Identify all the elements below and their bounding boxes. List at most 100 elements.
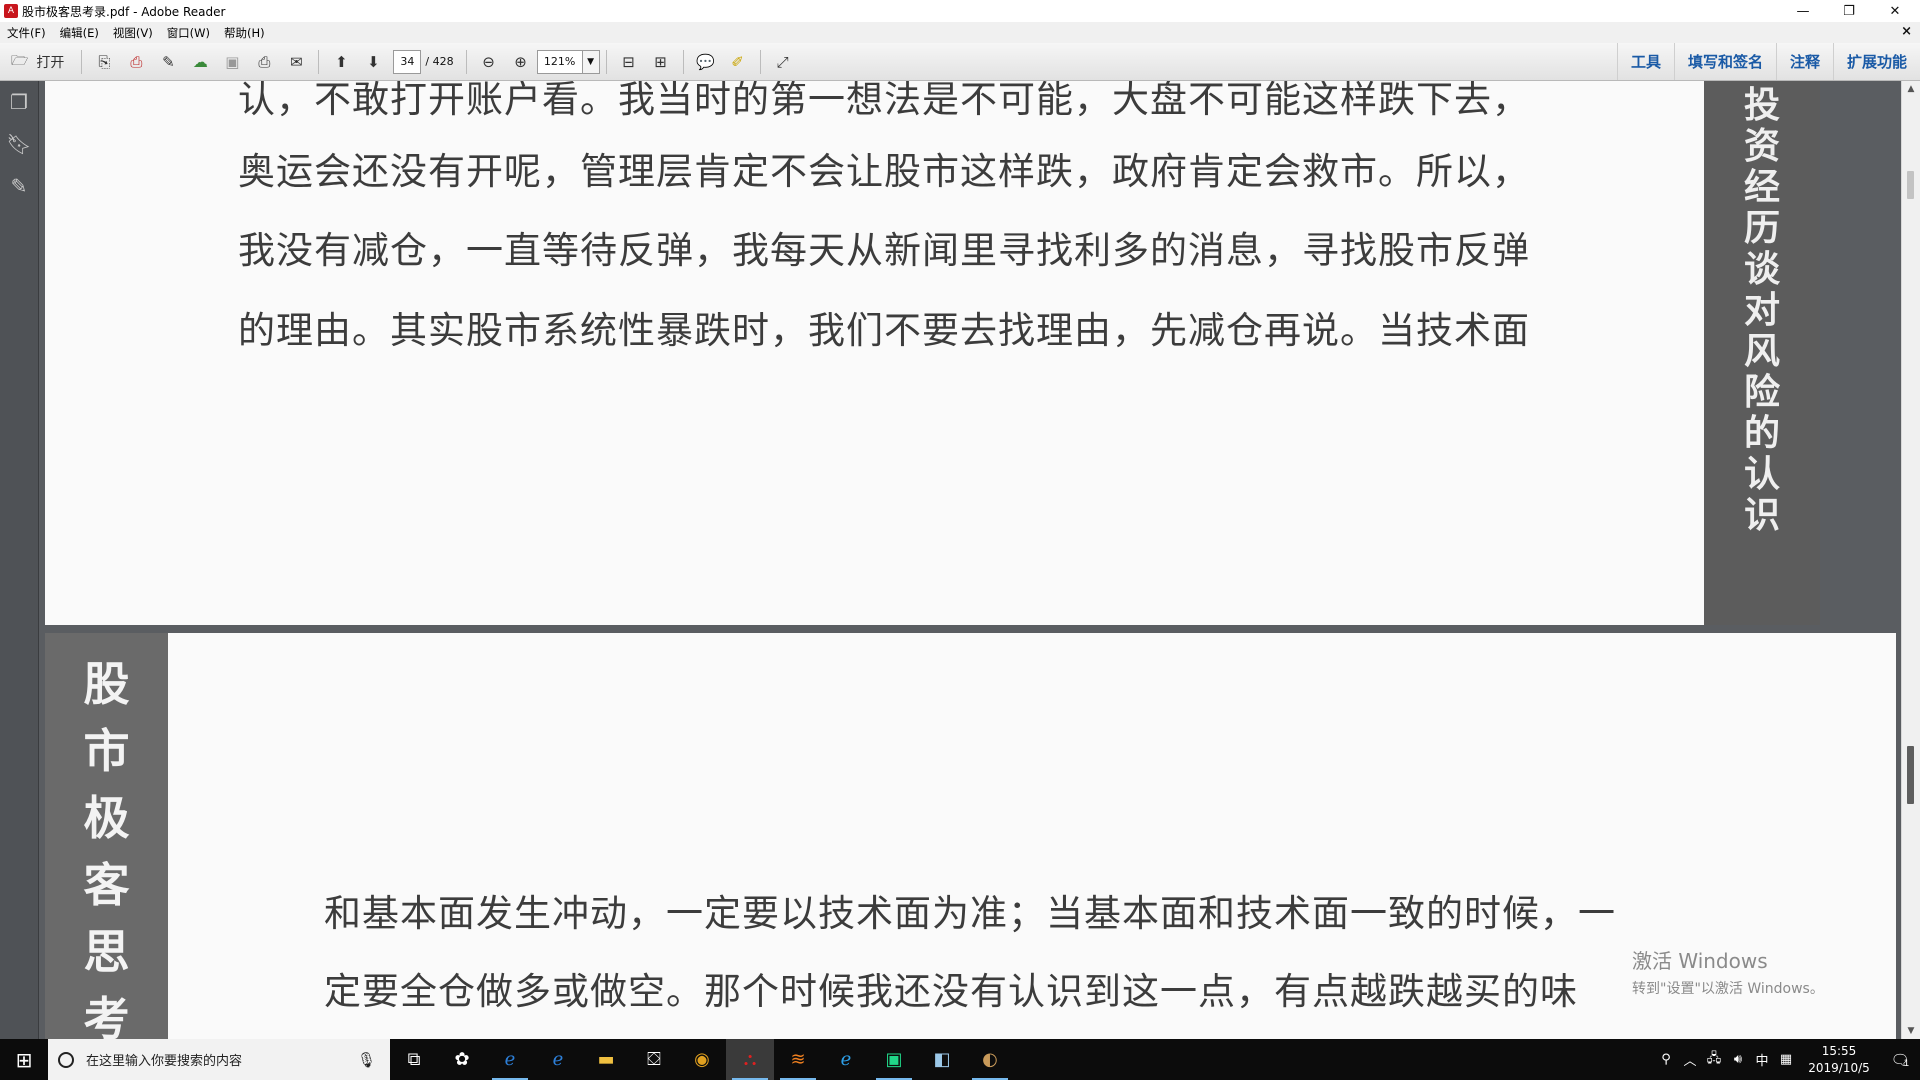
book-title-char: 思: [83, 925, 130, 979]
expand-icon: ⤢: [776, 52, 789, 71]
minimize-button[interactable]: —: [1780, 0, 1826, 22]
task-view-icon: ⧉: [407, 1049, 421, 1070]
fit-width-button[interactable]: ⊞: [648, 49, 674, 75]
export-pdf-button[interactable]: ⎙: [123, 49, 149, 75]
taskbar-app-notes[interactable]: ◧: [918, 1039, 966, 1080]
right-pane-tabs: 工具 填写和签名 注释 扩展功能: [1616, 43, 1920, 80]
network-icon[interactable]: 🖧︎: [1702, 1049, 1726, 1071]
taskbar-file-explorer[interactable]: ▬: [582, 1039, 630, 1080]
chapter-title-char: 投: [1743, 84, 1780, 126]
menu-edit[interactable]: 编辑(E): [53, 25, 106, 41]
clock-date: 2019/10/5: [1808, 1060, 1870, 1075]
chapter-title-char: 风: [1743, 330, 1780, 372]
chevron-up-icon[interactable]: ︿: [1678, 1050, 1702, 1069]
adobe-reader-icon: ⛬: [743, 1049, 757, 1070]
printer-icon: ⎙: [258, 52, 271, 71]
scroll-down-arrow-icon[interactable]: ▼: [1902, 1023, 1920, 1039]
menu-file[interactable]: 文件(F): [0, 25, 53, 41]
system-tray: ⚲ ︿ 🖧︎ 🔊︎ 中 ▦ 15:55 2019/10/5 🗨︎ 1: [1654, 1039, 1920, 1080]
previous-page-button[interactable]: ⬆: [328, 49, 354, 75]
taskbar-pycharm[interactable]: ▣: [870, 1039, 918, 1080]
book-title-char: 客: [83, 858, 130, 912]
tab-tools[interactable]: 工具: [1616, 43, 1674, 80]
edit-pdf-button[interactable]: ✎: [155, 49, 181, 75]
book-title-char: 极: [83, 791, 130, 845]
save-button[interactable]: ▣: [219, 49, 245, 75]
store-bag-icon: ⛋: [647, 1049, 661, 1070]
scroll-up-arrow-icon[interactable]: ▲: [1902, 81, 1920, 97]
taskbar-chrome[interactable]: ◉: [678, 1039, 726, 1080]
taskbar-app-avatar[interactable]: ◐: [966, 1039, 1014, 1080]
taskbar-search[interactable]: 在这里输入你要搜索的内容 🎙︎: [48, 1039, 390, 1080]
scroll-thumb-top[interactable]: [1907, 171, 1914, 199]
separator: [81, 49, 83, 74]
open-button[interactable]: 🗁 打开: [3, 49, 72, 75]
people-icon[interactable]: ⚲: [1654, 1052, 1678, 1067]
clock-time: 15:55: [1821, 1043, 1857, 1058]
tab-extended[interactable]: 扩展功能: [1832, 43, 1920, 80]
fit-page-button[interactable]: ⊟: [616, 49, 642, 75]
close-button[interactable]: ✕: [1872, 0, 1918, 22]
zoom-out-button[interactable]: ⊖: [476, 49, 502, 75]
export-pdf-icon: ⎙: [130, 52, 143, 71]
close-document-button[interactable]: ×: [1901, 24, 1912, 39]
zoom-level-input[interactable]: 121%: [536, 49, 583, 74]
vertical-scrollbar[interactable]: ▲ ▼: [1901, 81, 1920, 1039]
zoom-in-button[interactable]: ⊕: [508, 49, 534, 75]
print-button[interactable]: ⎙: [251, 49, 277, 75]
create-pdf-button[interactable]: ⎘: [91, 49, 117, 75]
comment-button[interactable]: 💬: [693, 49, 719, 75]
ie-icon: ℯ: [504, 1049, 516, 1070]
minus-circle-icon: ⊖: [482, 52, 495, 71]
start-button[interactable]: ⊞: [0, 1039, 48, 1080]
watermark-title: 激活 Windows: [1632, 949, 1768, 973]
separator: [318, 49, 320, 74]
tab-fill-and-sign[interactable]: 填写和签名: [1673, 43, 1776, 80]
highlight-button[interactable]: ✐: [725, 49, 751, 75]
chapter-title-char: 经: [1743, 166, 1780, 208]
taskbar-sublime[interactable]: ≋: [774, 1039, 822, 1080]
zoom-dropdown-button[interactable]: ▼: [582, 49, 600, 74]
scroll-thumb[interactable]: [1907, 746, 1914, 804]
restore-button[interactable]: ❐: [1826, 0, 1872, 22]
chapter-title-char: 谈: [1743, 248, 1780, 290]
upload-cloud-button[interactable]: ☁: [187, 49, 213, 75]
clock[interactable]: 15:55 2019/10/5: [1798, 1043, 1880, 1077]
volume-icon[interactable]: 🔊︎: [1726, 1052, 1750, 1067]
book-title-char: 考: [83, 992, 130, 1039]
menu-window[interactable]: 窗口(W): [160, 25, 217, 41]
taskbar-adobe-reader[interactable]: ⛬: [726, 1039, 774, 1080]
book-title-band: 股 市 极 客 思 考: [45, 633, 168, 1039]
ime-indicator[interactable]: 中: [1750, 1050, 1774, 1069]
microphone-icon[interactable]: 🎙︎: [357, 1051, 376, 1069]
document-viewport[interactable]: 认，不敢打开账户看。我当时的第一想法是不可能，大盘不可能这样跌下去， 奥运会还没…: [39, 81, 1902, 1039]
task-view-button[interactable]: ⧉: [390, 1039, 438, 1080]
title-bar: A 股市极客思考录.pdf - Adobe Reader — ❐ ✕: [0, 0, 1920, 22]
taskbar-ie-1[interactable]: ℯ: [486, 1039, 534, 1080]
activation-watermark: 激活 Windows 转到"设置"以激活 Windows。: [1632, 945, 1824, 998]
taskbar-store[interactable]: ⛋: [630, 1039, 678, 1080]
attachments-button[interactable]: ✎: [0, 165, 38, 207]
full-screen-button[interactable]: ⤢: [770, 49, 796, 75]
open-label: 打开: [36, 54, 65, 71]
taskbar-ie-2[interactable]: ℯ: [822, 1039, 870, 1080]
page-total: / 428: [425, 55, 454, 68]
page-thumbnails-button[interactable]: ❐: [0, 81, 38, 123]
menu-help[interactable]: 帮助(H): [217, 25, 272, 41]
adobe-reader-icon: A: [4, 4, 18, 18]
text-line: 奥运会还没有开呢，管理层肯定不会让股市这样跌，政府肯定会救市。所以，: [238, 150, 1530, 193]
bookmarks-button[interactable]: 🔖︎: [0, 123, 38, 165]
keyboard-icon[interactable]: ▦: [1774, 1052, 1798, 1067]
menu-view[interactable]: 视图(V): [106, 25, 160, 41]
next-page-button[interactable]: ⬇: [360, 49, 386, 75]
chrome-icon: ◉: [694, 1049, 710, 1070]
create-pdf-icon: ⎘: [98, 52, 111, 71]
arrow-down-icon: ⬇: [367, 52, 380, 71]
email-button[interactable]: ✉: [283, 49, 309, 75]
separator: [759, 49, 761, 74]
page-number-input[interactable]: 34: [393, 49, 422, 74]
tab-comment[interactable]: 注释: [1775, 43, 1833, 80]
taskbar-app-1[interactable]: ✿: [438, 1039, 486, 1080]
taskbar-edge[interactable]: ℯ: [534, 1039, 582, 1080]
action-center-button[interactable]: 🗨︎ 1: [1880, 1039, 1920, 1080]
